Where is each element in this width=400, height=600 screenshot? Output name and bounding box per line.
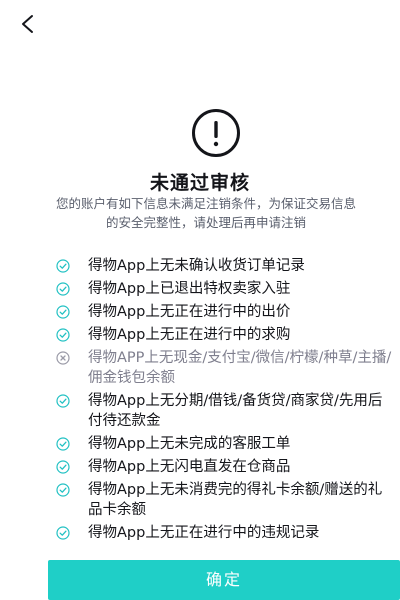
requirements-checklist: 得物App上无未确认收货订单记录 得物App上已退出特权卖家入驻 得物App上无正在… [56,256,396,546]
checklist-item-text: 得物App上无正在进行中的违规记录 [88,525,320,541]
check-circle-icon [56,328,70,342]
checklist-item: 得物App上无分期/借钱/备货贷/商家贷/先用后付待还款金 [56,391,396,431]
check-circle-icon [56,259,70,273]
check-circle-icon [56,282,70,296]
checklist-item: 得物App上无未完成的客服工单 [56,434,396,454]
checklist-item-text: 得物App上无未确认收货订单记录 [88,258,305,274]
checklist-item-text: 得物App上无闪电直发在仓商品 [88,459,291,475]
checklist-item: 得物App上无正在进行中的出价 [56,302,396,322]
status-description: 您的账户有如下信息未满足注销条件，为保证交易信息 的安全完整性，请处理后再申请注… [20,194,392,232]
checklist-item-text: 得物App上无正在进行中的出价 [88,304,291,320]
checklist-item: 得物App上无正在进行中的违规记录 [56,523,396,543]
check-circle-icon [56,526,70,540]
checklist-item: 得物App上无正在进行中的求购 [56,325,396,345]
back-button[interactable] [14,10,42,38]
checklist-item-text: 得物APP上无现金/支付宝/微信/柠檬/种草/主播/佣金钱包余额 [88,350,392,386]
x-circle-icon [56,351,70,365]
check-circle-icon [56,460,70,474]
checklist-item-text: 得物App上无未消费完的得礼卡余额/赠送的礼品卡余额 [88,482,383,518]
exclamation-circle-icon [192,109,240,157]
checklist-item: 得物App上无未确认收货订单记录 [56,256,396,276]
checklist-item: 得物App上无未消费完的得礼卡余额/赠送的礼品卡余额 [56,480,396,520]
page-title: 未通过审核 [149,172,250,194]
checklist-item: 得物App上无闪电直发在仓商品 [56,457,396,477]
chevron-left-icon [22,15,33,33]
confirm-button[interactable]: 确定 [48,560,400,600]
checklist-item-text: 得物App上已退出特权卖家入驻 [88,281,291,297]
check-circle-icon [56,437,70,451]
description-line: 您的账户有如下信息未满足注销条件，为保证交易信息 [55,196,356,211]
checklist-item-text: 得物App上无分期/借钱/备货贷/商家贷/先用后付待还款金 [88,393,383,429]
checklist-item-text: 得物App上无未完成的客服工单 [88,436,291,452]
checklist-item: 得物App上已退出特权卖家入驻 [56,279,396,299]
check-circle-icon [56,483,70,497]
checklist-item-text: 得物App上无正在进行中的求购 [88,327,291,343]
description-line: 的安全完整性，请处理后再申请注销 [105,215,306,230]
check-circle-icon [56,394,70,408]
check-circle-icon [56,305,70,319]
checklist-item: 得物APP上无现金/支付宝/微信/柠檬/种草/主播/佣金钱包余额 [56,348,396,388]
